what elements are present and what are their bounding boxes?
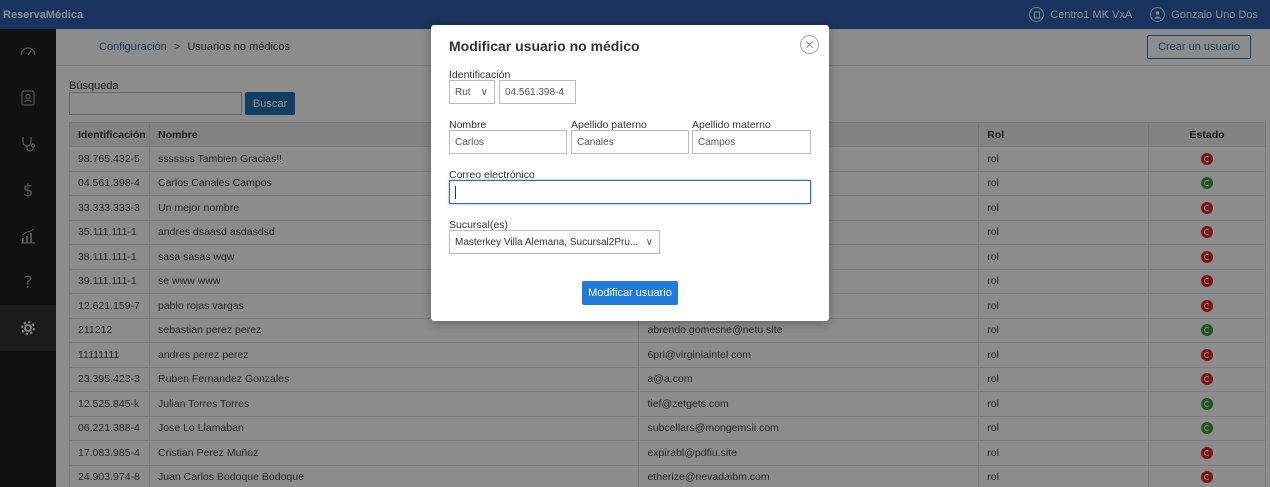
chevron-down-icon: ∨ [480,86,488,98]
name-field[interactable]: Carlos [449,130,567,154]
id-type-value: Rut [455,86,471,98]
chevron-down-icon: ∨ [645,236,653,248]
branch-value: Masterkey Villa Alemana, Sucursal2Pru... [455,236,639,248]
id-number-value: 04.561.398-4 [505,86,564,98]
name-value: Carlos [455,136,484,148]
maternal-surname-field[interactable]: Campos [692,130,811,154]
close-icon[interactable]: ✕ [800,35,819,54]
modify-user-button[interactable]: Modificar usuario [582,281,678,305]
paternal-surname-field[interactable]: Canales [571,130,689,154]
id-type-select[interactable]: Rut ∨ [449,80,495,104]
branch-select[interactable]: Masterkey Villa Alemana, Sucursal2Pru...… [449,230,660,254]
paternal-value: Canales [577,136,614,148]
edit-user-modal: Modificar usuario no médico ✕ Identifica… [431,25,829,321]
id-number-field[interactable]: 04.561.398-4 [499,80,576,104]
text-caret [455,185,456,199]
email-field[interactable] [449,180,811,204]
maternal-value: Campos [698,136,736,148]
modal-title: Modificar usuario no médico [449,38,640,54]
